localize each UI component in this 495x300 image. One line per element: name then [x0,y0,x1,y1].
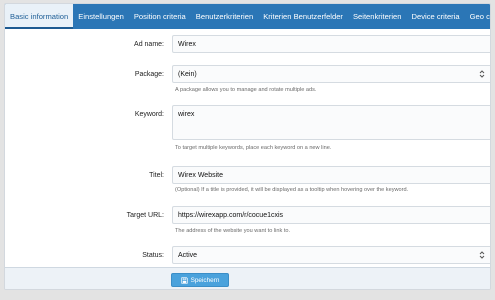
status-label: Status: [142,252,164,259]
ad-edit-panel: Basic information Einstellungen Position… [4,3,491,290]
form-footer: Speichern [5,267,490,289]
ad-name-input[interactable]: Wirex [172,35,490,53]
package-select-value: (Kein) [178,70,197,78]
tab-position-criteria[interactable]: Position criteria [129,4,191,29]
floppy-disk-icon [180,276,188,284]
ad-name-label: Ad name: [134,41,164,48]
status-select[interactable]: Active [172,246,490,264]
tab-benutzerkriterien[interactable]: Benutzerkriterien [191,4,258,29]
package-label: Package: [134,71,164,78]
save-button[interactable]: Speichern [171,273,229,287]
target-url-input[interactable]: https://wirexapp.com/r/cocue1cxis [172,206,490,224]
status-select-value: Active [178,251,198,259]
tab-basic-information[interactable]: Basic information [5,4,74,29]
keyword-hint: To target multiple keywords, place each … [175,145,332,151]
chevron-updown-icon [479,251,485,259]
title-hint: (Optional) If a title is provided, it wi… [175,187,409,193]
target-url-hint: The address of the website you want to l… [175,228,291,234]
tab-seitenkriterien[interactable]: Seitenkriterien [348,4,407,29]
tab-geo-criteria[interactable]: Geo criteria [465,4,490,29]
tab-device-criteria[interactable]: Device criteria [407,4,465,29]
title-input[interactable]: Wirex Website [172,166,490,184]
target-url-label: Target URL: [126,212,164,219]
package-select[interactable]: (Kein) [172,65,490,83]
chevron-updown-icon [479,70,485,78]
tab-einstellungen[interactable]: Einstellungen [73,4,129,29]
package-hint: A package allows you to manage and rotat… [175,87,317,93]
tab-kriterien-benutzerfelder[interactable]: Kriterien Benutzerfelder [258,4,348,29]
keyword-textarea[interactable]: wirex [172,105,490,140]
tab-bar: Basic information Einstellungen Position… [5,4,490,29]
keyword-label: Keyword: [134,111,164,118]
title-label: Titel: [149,172,164,179]
save-button-label: Speichern [190,276,220,284]
